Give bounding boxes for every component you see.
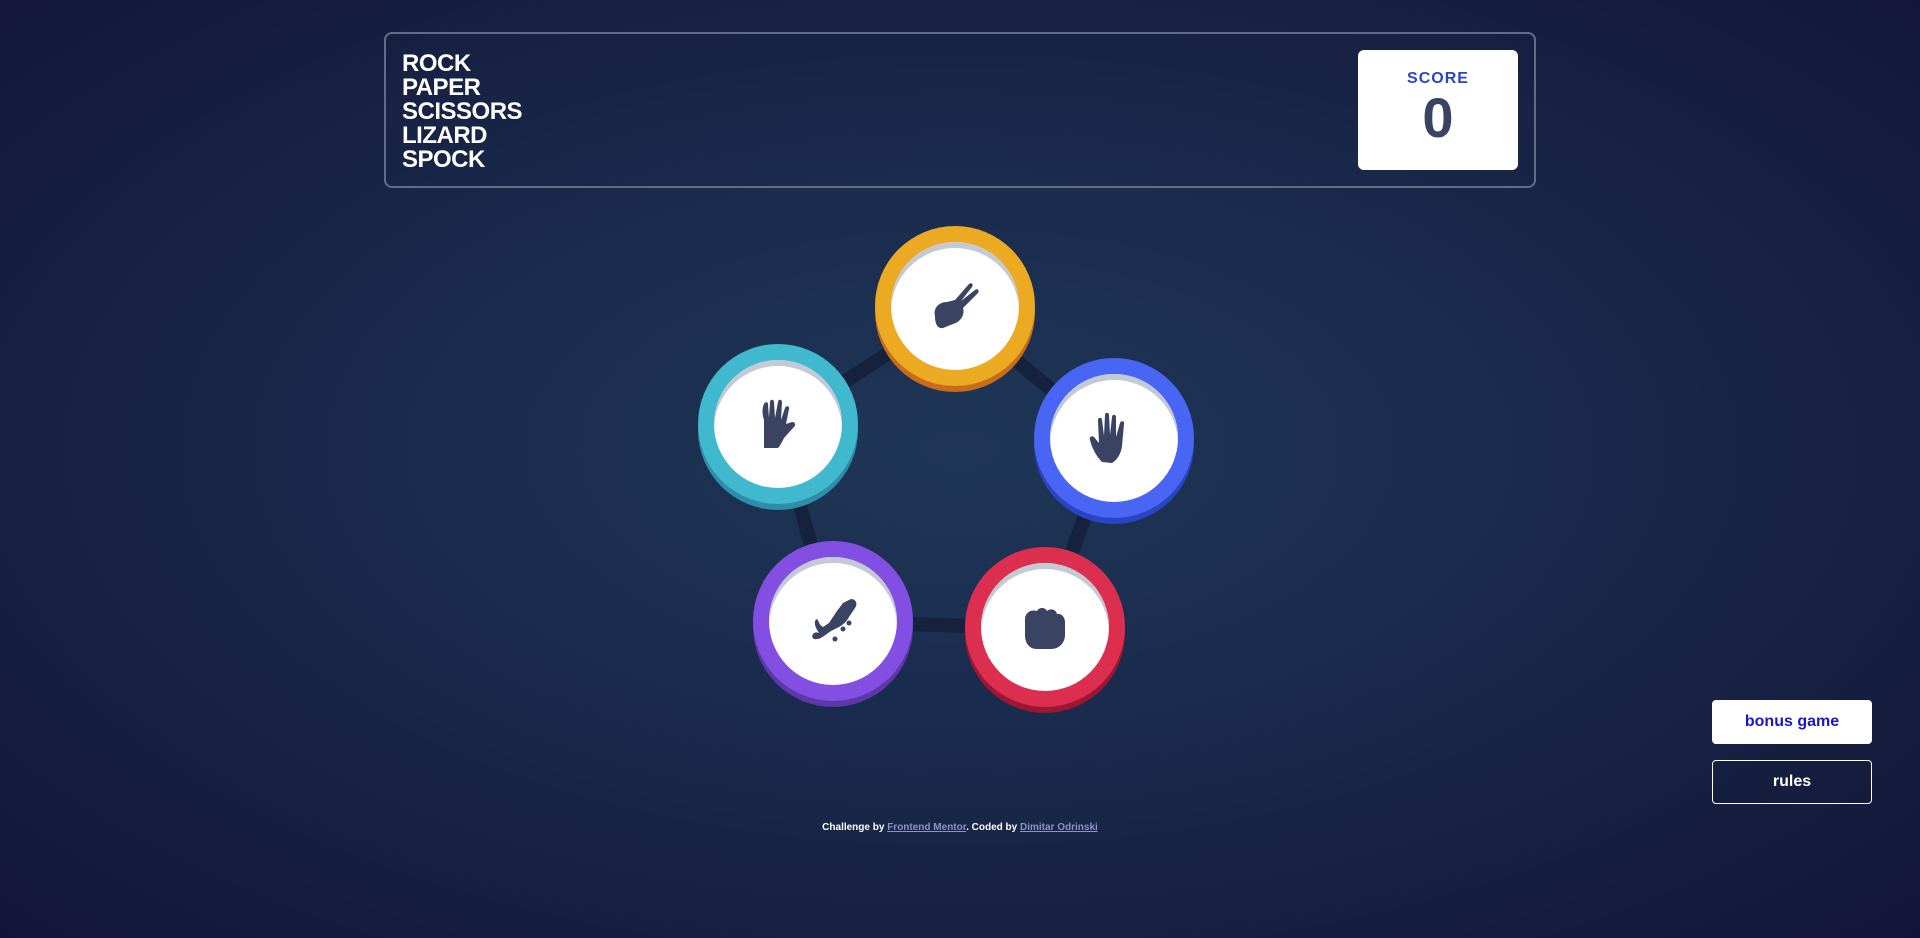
lizard-inner — [769, 557, 897, 685]
spock-inner — [714, 360, 842, 488]
paper-hand-icon — [1089, 412, 1125, 463]
scissors-hand-icon — [934, 283, 979, 329]
scissors-token[interactable] — [875, 226, 1035, 386]
pentagon-lines — [771, 303, 1119, 635]
attribution-footer: Challenge by Frontend Mentor. Coded by D… — [0, 822, 1920, 833]
footer-prefix: Challenge by — [822, 822, 885, 833]
lizard-token[interactable] — [753, 541, 913, 701]
rock-inner — [981, 563, 1109, 691]
paper-inner — [1050, 374, 1178, 502]
paper-token[interactable] — [1034, 358, 1194, 518]
rules-button[interactable]: rules — [1712, 760, 1872, 804]
bonus-game-button[interactable]: bonus game — [1712, 700, 1872, 744]
footer-middle: . Coded by — [966, 822, 1018, 833]
spock-token[interactable] — [698, 344, 858, 504]
lizard-icon — [812, 599, 857, 642]
game-board — [0, 0, 1920, 938]
scissors-inner — [891, 242, 1019, 370]
spock-hand-icon — [762, 399, 796, 448]
rock-token[interactable] — [965, 547, 1125, 707]
author-link[interactable]: Dimitar Odrinski — [1020, 822, 1098, 833]
rock-fist-icon — [1025, 608, 1065, 649]
frontend-mentor-link[interactable]: Frontend Mentor — [887, 822, 966, 833]
